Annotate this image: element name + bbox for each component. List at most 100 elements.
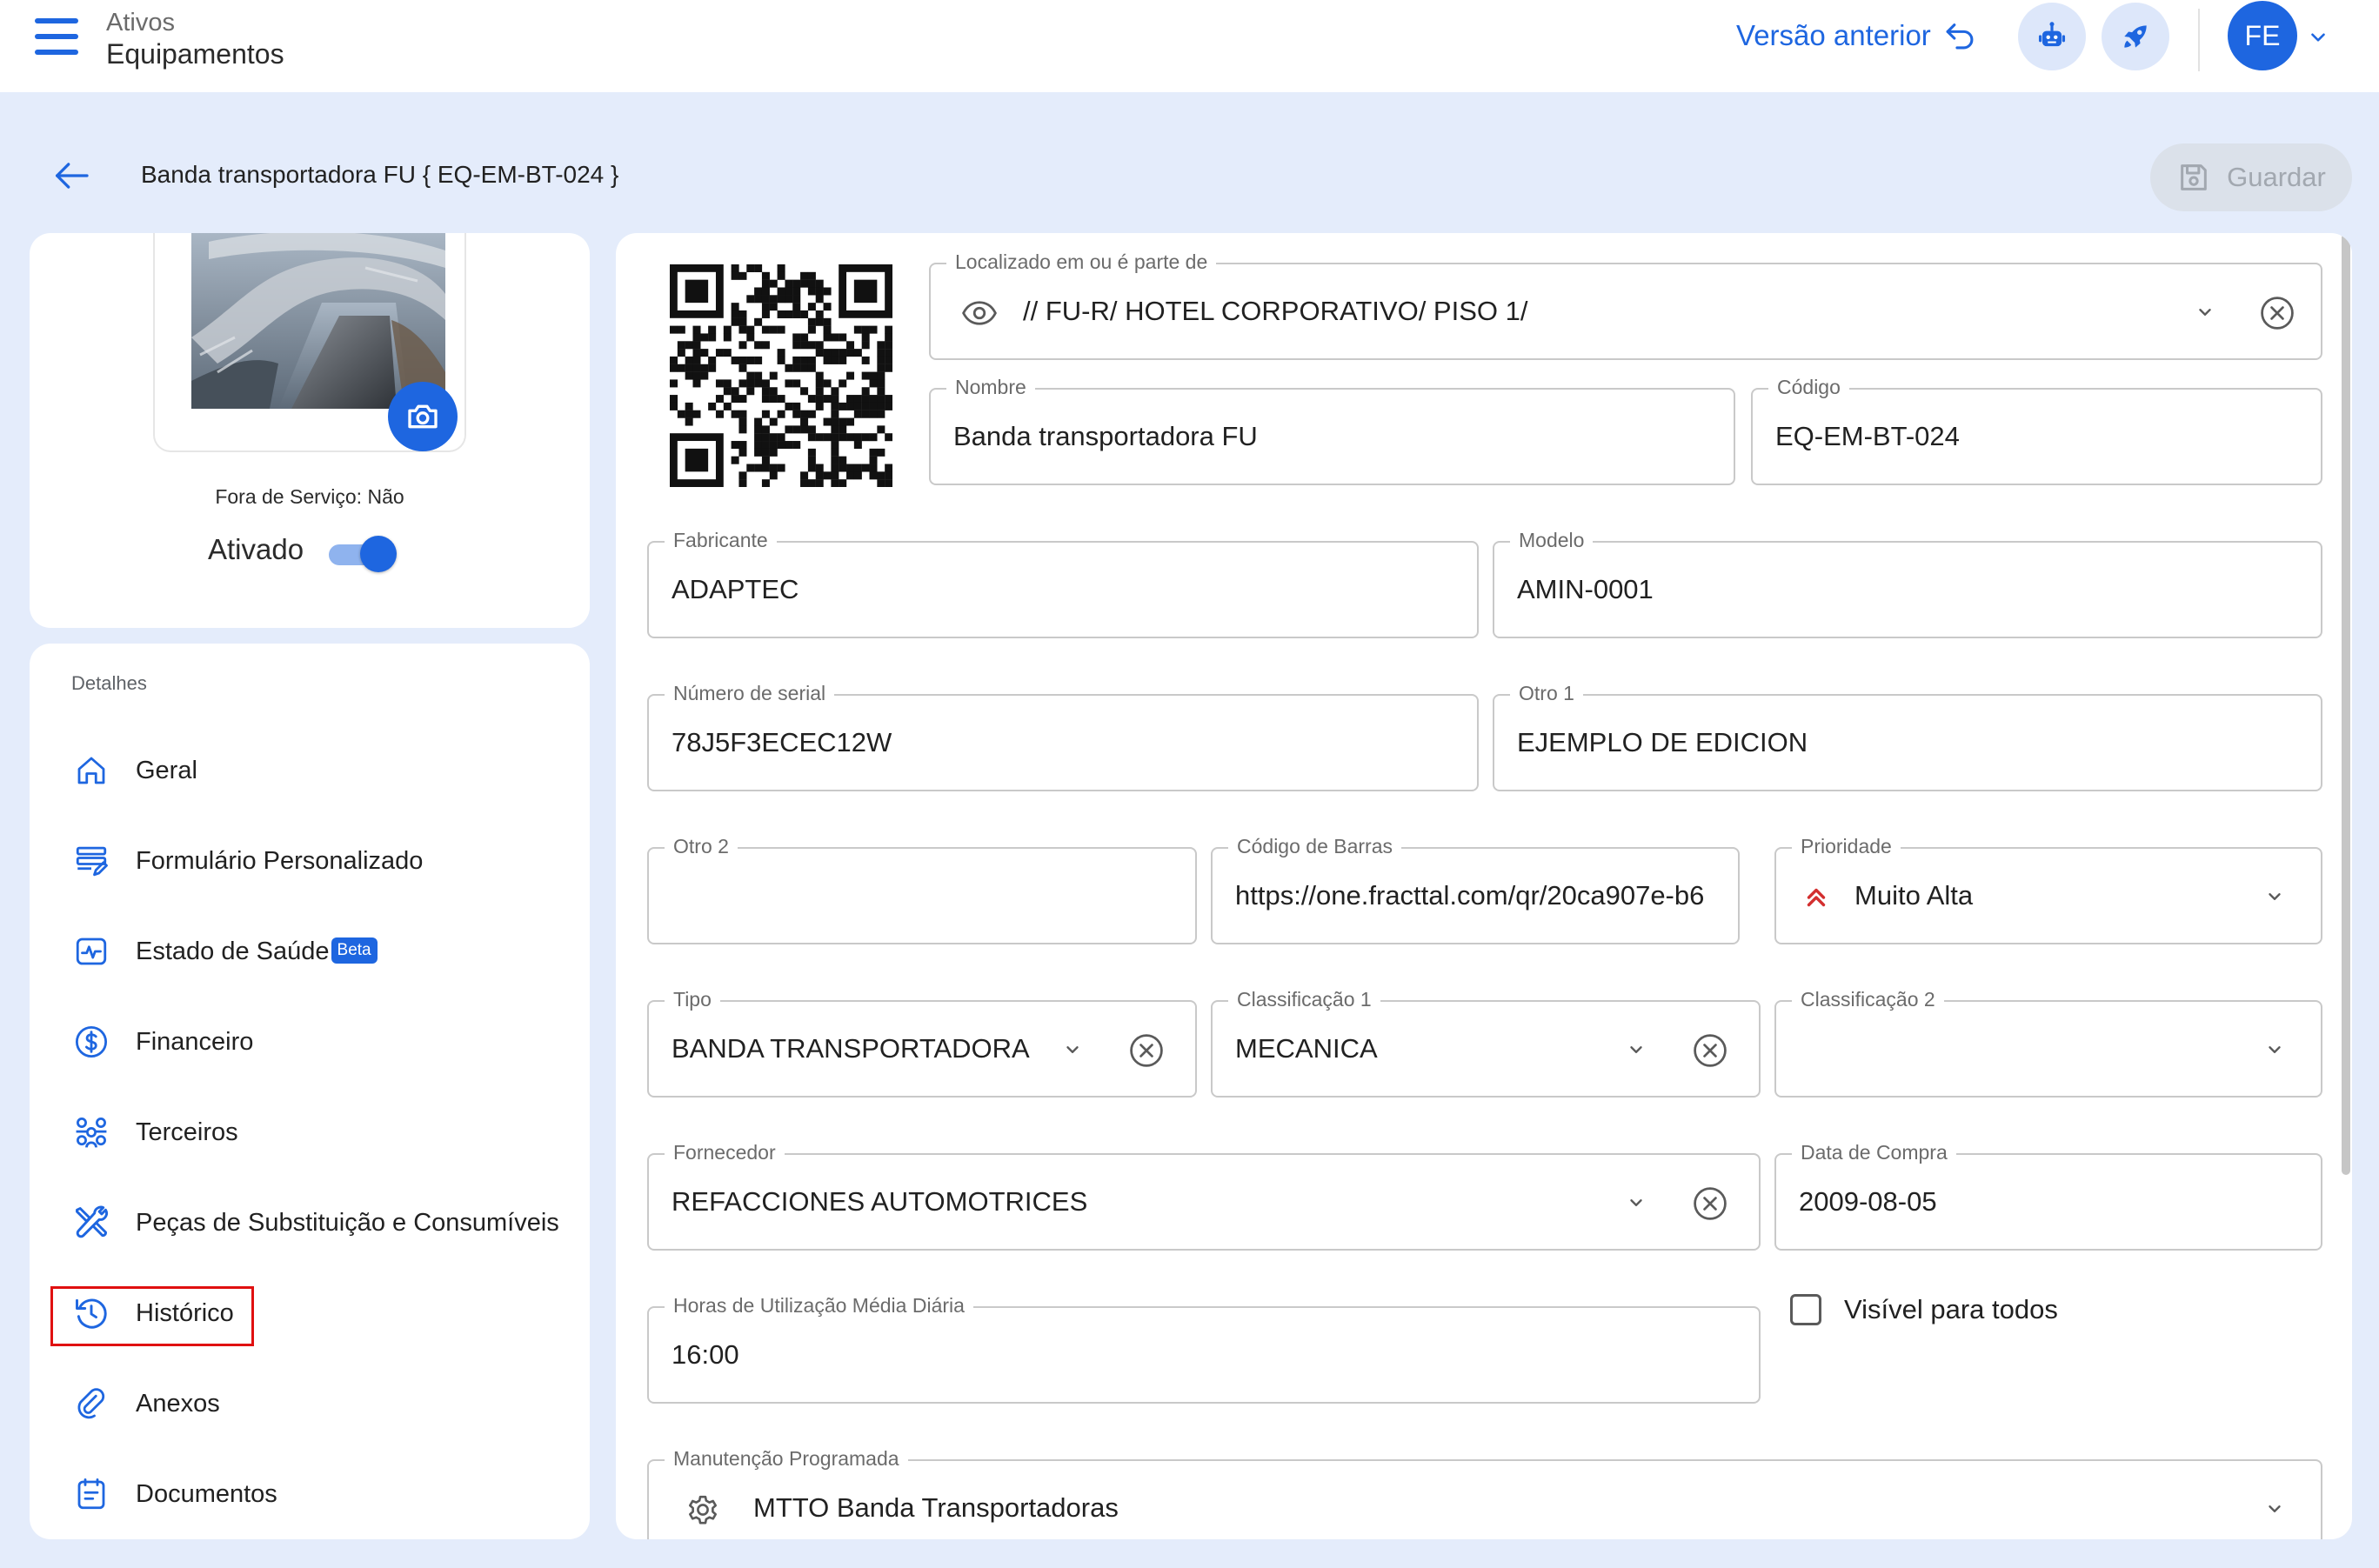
code-field[interactable]: Código EQ-EM-BT-024 xyxy=(1751,376,2322,485)
supplier-field[interactable]: Fornecedor REFACCIONES AUTOMOTRICES xyxy=(647,1141,1761,1251)
gear-icon xyxy=(684,1491,722,1529)
menu-item-label: Estado de Saúde xyxy=(136,937,330,965)
classification2-field[interactable]: Classificação 2 xyxy=(1774,988,2322,1098)
manufacturer-label: Fabricante xyxy=(665,529,777,552)
serial-number-value: 78J5F3ECEC12W xyxy=(672,727,892,757)
enabled-label: Ativado xyxy=(208,533,304,565)
visible-for-all-checkbox[interactable] xyxy=(1790,1294,1821,1325)
back-arrow-icon[interactable] xyxy=(52,160,90,191)
chevron-down-icon[interactable] xyxy=(1623,1037,1649,1063)
menu-item-label: Histórico xyxy=(136,1298,234,1327)
scheduled-maintenance-field[interactable]: Manutenção Programada MTTO Banda Transpo… xyxy=(647,1447,2322,1539)
user-avatar[interactable]: FE xyxy=(2228,1,2297,70)
clear-icon[interactable] xyxy=(2258,294,2296,332)
page-title: Banda transportadora FU { EQ-EM-BT-024 } xyxy=(141,161,619,188)
asset-summary-card: Fora de Serviço: Não Ativado xyxy=(30,233,590,628)
barcode-field[interactable]: Código de Barras https://one.fracttal.co… xyxy=(1211,835,1740,944)
menu-heading: Detalhes xyxy=(71,672,147,694)
launch-button[interactable] xyxy=(2102,3,2169,70)
breadcrumb-section: Equipamentos xyxy=(106,38,284,70)
scheduled-maintenance-label: Manutenção Programada xyxy=(665,1447,908,1471)
priority-high-icon xyxy=(1797,878,1835,917)
purchase-date-label: Data de Compra xyxy=(1792,1141,1956,1164)
menu-icon[interactable] xyxy=(35,18,78,55)
chevron-down-icon[interactable] xyxy=(2262,884,2288,910)
previous-version-button[interactable]: Versão anterior xyxy=(1736,19,1976,52)
name-field[interactable]: Nombre Banda transportadora FU xyxy=(929,376,1735,485)
menu-item-label: Geral xyxy=(136,756,197,784)
other1-value: EJEMPLO DE EDICION xyxy=(1517,727,1808,757)
type-field[interactable]: Tipo BANDA TRANSPORTADORA xyxy=(647,988,1197,1098)
form-icon xyxy=(70,839,113,883)
user-initials: FE xyxy=(2244,19,2281,51)
classification1-field[interactable]: Classificação 1 MECANICA xyxy=(1211,988,1761,1098)
chevron-down-icon[interactable] xyxy=(1059,1037,1086,1063)
serial-number-field[interactable]: Número de serial 78J5F3ECEC12W xyxy=(647,682,1479,791)
breadcrumb-module: Ativos xyxy=(106,9,175,37)
avg-daily-hours-value: 16:00 xyxy=(672,1339,739,1370)
eye-icon[interactable] xyxy=(960,294,999,332)
menu-item-custom-form[interactable]: Formulário Personalizado xyxy=(70,826,423,896)
undo-icon xyxy=(1946,23,1974,50)
supplier-value: REFACCIONES AUTOMOTRICES xyxy=(672,1186,1088,1217)
location-label: Localizado em ou é parte de xyxy=(946,250,1217,274)
menu-item-spare-parts[interactable]: Peças de Substituição e Consumíveis xyxy=(70,1188,559,1258)
purchase-date-field[interactable]: Data de Compra 2009-08-05 xyxy=(1774,1141,2322,1251)
menu-item-geral[interactable]: Geral xyxy=(70,736,197,805)
menu-item-documentos[interactable]: Documentos xyxy=(70,1459,277,1529)
other1-label: Otro 1 xyxy=(1510,682,1583,705)
out-of-service-status: Fora de Serviço: Não xyxy=(215,485,404,508)
model-value: AMIN-0001 xyxy=(1517,574,1654,604)
visible-for-all-label: Visível para todos xyxy=(1844,1294,2058,1324)
save-button[interactable]: Guardar xyxy=(2150,143,2352,211)
visible-for-all-option[interactable]: Visível para todos xyxy=(1790,1294,2058,1325)
menu-item-label: Anexos xyxy=(136,1389,220,1418)
robot-icon xyxy=(2038,22,2066,47)
avg-daily-hours-field[interactable]: Horas de Utilização Média Diária 16:00 xyxy=(647,1294,1761,1404)
chevron-down-icon[interactable] xyxy=(2307,26,2329,49)
beta-badge: Beta xyxy=(331,937,378,964)
classification1-value: MECANICA xyxy=(1235,1033,1378,1064)
clear-icon[interactable] xyxy=(1691,1184,1729,1223)
location-field[interactable]: Localizado em ou é parte de // FU-R/ HOT… xyxy=(929,250,2322,360)
clear-icon[interactable] xyxy=(1127,1031,1166,1070)
manufacturer-field[interactable]: Fabricante ADAPTEC xyxy=(647,529,1479,638)
type-label: Tipo xyxy=(665,988,720,1011)
menu-item-health[interactable]: Estado de Saúde Beta xyxy=(70,917,378,986)
code-label: Código xyxy=(1768,376,1849,399)
menu-item-historico[interactable]: Histórico xyxy=(70,1278,234,1348)
history-icon xyxy=(70,1291,113,1335)
model-field[interactable]: Modelo AMIN-0001 xyxy=(1493,529,2322,638)
menu-item-label: Terceiros xyxy=(136,1118,238,1146)
menu-item-terceiros[interactable]: Terceiros xyxy=(70,1098,238,1167)
top-bar: Ativos Equipamentos Versão anterior FE xyxy=(0,0,2379,92)
type-value: BANDA TRANSPORTADORA xyxy=(672,1033,1030,1064)
menu-item-anexos[interactable]: Anexos xyxy=(70,1369,220,1438)
chevron-down-icon[interactable] xyxy=(2262,1496,2288,1522)
enabled-toggle[interactable] xyxy=(329,536,397,572)
barcode-label: Código de Barras xyxy=(1228,835,1401,858)
save-label: Guardar xyxy=(2227,162,2326,192)
menu-item-label: Peças de Substituição e Consumíveis xyxy=(136,1208,559,1237)
purchase-date-value: 2009-08-05 xyxy=(1799,1186,1937,1217)
people-icon xyxy=(70,1111,113,1154)
form-scrollbar[interactable] xyxy=(2342,233,2350,1175)
priority-field[interactable]: Prioridade Muito Alta xyxy=(1774,835,2322,944)
chevron-down-icon[interactable] xyxy=(2262,1037,2288,1063)
classification1-label: Classificação 1 xyxy=(1228,988,1380,1011)
name-value: Banda transportadora FU xyxy=(953,421,1258,451)
toolbar-divider xyxy=(2198,9,2200,71)
dollar-icon xyxy=(70,1020,113,1064)
menu-item-label: Documentos xyxy=(136,1479,277,1508)
chevron-down-icon[interactable] xyxy=(1623,1190,1649,1216)
other1-field[interactable]: Otro 1 EJEMPLO DE EDICION xyxy=(1493,682,2322,791)
menu-item-financeiro[interactable]: Financeiro xyxy=(70,1007,253,1077)
chevron-down-icon[interactable] xyxy=(2192,299,2218,325)
other2-label: Otro 2 xyxy=(665,835,738,858)
other2-field[interactable]: Otro 2 xyxy=(647,835,1197,944)
assistant-button[interactable] xyxy=(2018,3,2086,70)
change-photo-button[interactable] xyxy=(388,382,458,451)
details-menu: Detalhes Geral Formulário Personalizado … xyxy=(30,644,590,1539)
clear-icon[interactable] xyxy=(1691,1031,1729,1070)
previous-version-label: Versão anterior xyxy=(1736,19,1931,51)
